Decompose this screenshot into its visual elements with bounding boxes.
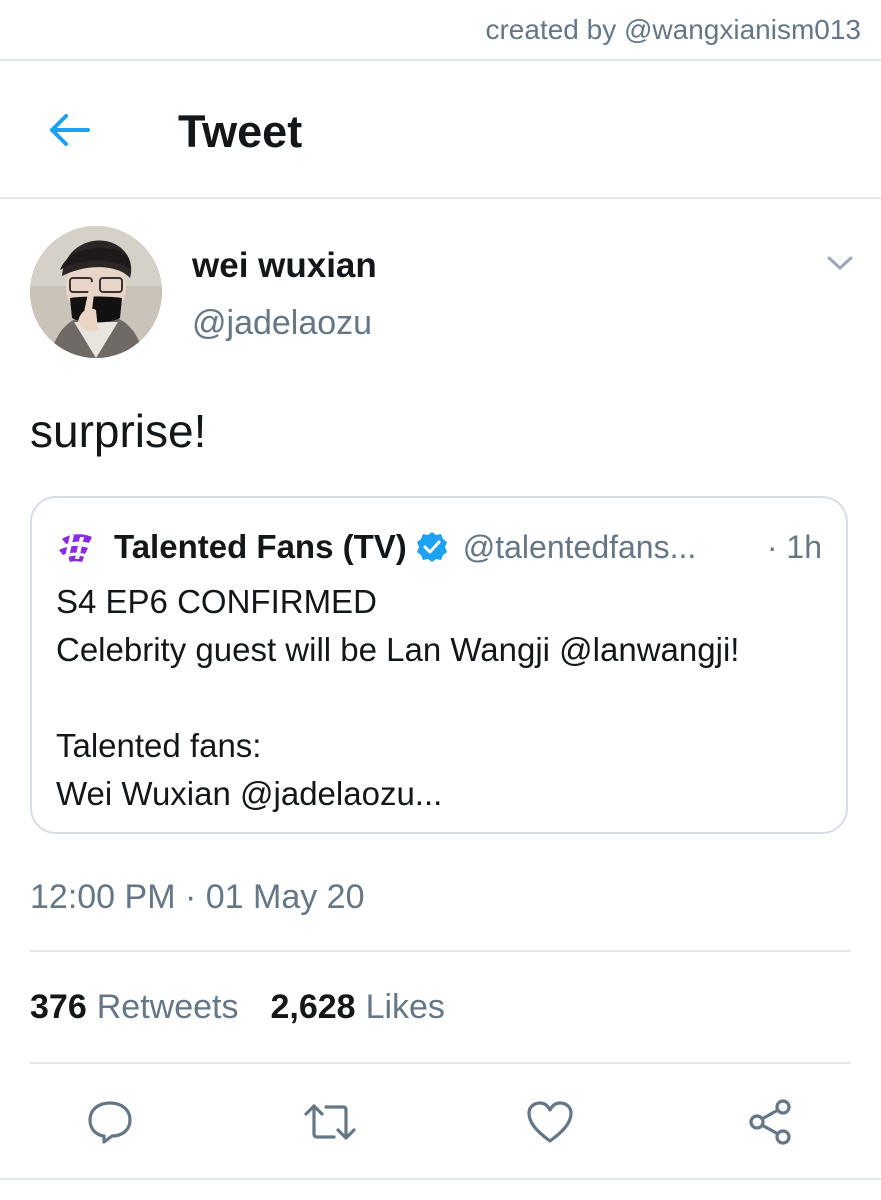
tweet-timestamp[interactable]: 12:00 PM · 01 May 20 bbox=[30, 878, 365, 917]
avatar[interactable] bbox=[30, 226, 162, 358]
quoted-tweet-body: S4 EP6 CONFIRMED Celebrity guest will be… bbox=[56, 578, 822, 818]
tweet-stats: 376 Retweets 2,628 Likes bbox=[30, 988, 445, 1027]
heart-icon bbox=[527, 1101, 573, 1143]
share-icon bbox=[749, 1099, 791, 1145]
back-button[interactable] bbox=[44, 110, 94, 150]
quoted-tweet-line: Talented fans: bbox=[56, 727, 262, 764]
display-name[interactable]: wei wuxian bbox=[192, 246, 377, 286]
action-bar bbox=[0, 1090, 881, 1154]
quoted-display-name: Talented Fans (TV) bbox=[114, 528, 407, 565]
verified-badge-icon bbox=[416, 532, 447, 562]
share-button[interactable] bbox=[738, 1090, 802, 1154]
retweet-icon bbox=[304, 1104, 356, 1140]
quoted-tweet-card[interactable]: Talented Fans (TV) @talentedfans... · 1h… bbox=[30, 496, 848, 834]
more-options-button[interactable] bbox=[820, 248, 860, 278]
quoted-tweet-header: Talented Fans (TV) @talentedfans... · 1h bbox=[56, 526, 822, 568]
retweet-button[interactable] bbox=[298, 1090, 362, 1154]
divider bbox=[30, 1062, 851, 1064]
user-handle[interactable]: @jadelaozu bbox=[192, 304, 372, 343]
quoted-tweet-time: · 1h bbox=[766, 528, 822, 565]
page-title: Tweet bbox=[178, 106, 303, 157]
divider bbox=[0, 197, 881, 199]
divider bbox=[30, 950, 851, 952]
quoted-tweet-line bbox=[56, 674, 822, 722]
reply-icon bbox=[88, 1101, 132, 1144]
avatar-image bbox=[30, 226, 162, 358]
quoted-user-handle: @talentedfans... bbox=[462, 528, 697, 565]
likes-label[interactable]: Likes bbox=[366, 988, 445, 1027]
quoted-tweet-line: Celebrity guest will be Lan Wangji @lanw… bbox=[56, 631, 740, 668]
quoted-tweet-line: S4 EP6 CONFIRMED bbox=[56, 583, 377, 620]
talented-fans-logo-icon bbox=[59, 534, 92, 562]
watermark-credit: created by @wangxianism013 bbox=[485, 14, 861, 45]
tweet-text: surprise! bbox=[30, 405, 207, 457]
quoted-tweet-line: Wei Wuxian @jadelaozu... bbox=[56, 775, 443, 812]
arrow-left-icon bbox=[50, 114, 90, 146]
likes-count[interactable]: 2,628 bbox=[270, 988, 355, 1027]
like-button[interactable] bbox=[518, 1090, 582, 1154]
retweets-label[interactable]: Retweets bbox=[97, 988, 239, 1027]
chevron-down-icon bbox=[827, 256, 853, 270]
retweets-count[interactable]: 376 bbox=[30, 988, 87, 1027]
divider bbox=[0, 59, 881, 61]
divider bbox=[0, 1178, 881, 1180]
reply-button[interactable] bbox=[78, 1090, 142, 1154]
